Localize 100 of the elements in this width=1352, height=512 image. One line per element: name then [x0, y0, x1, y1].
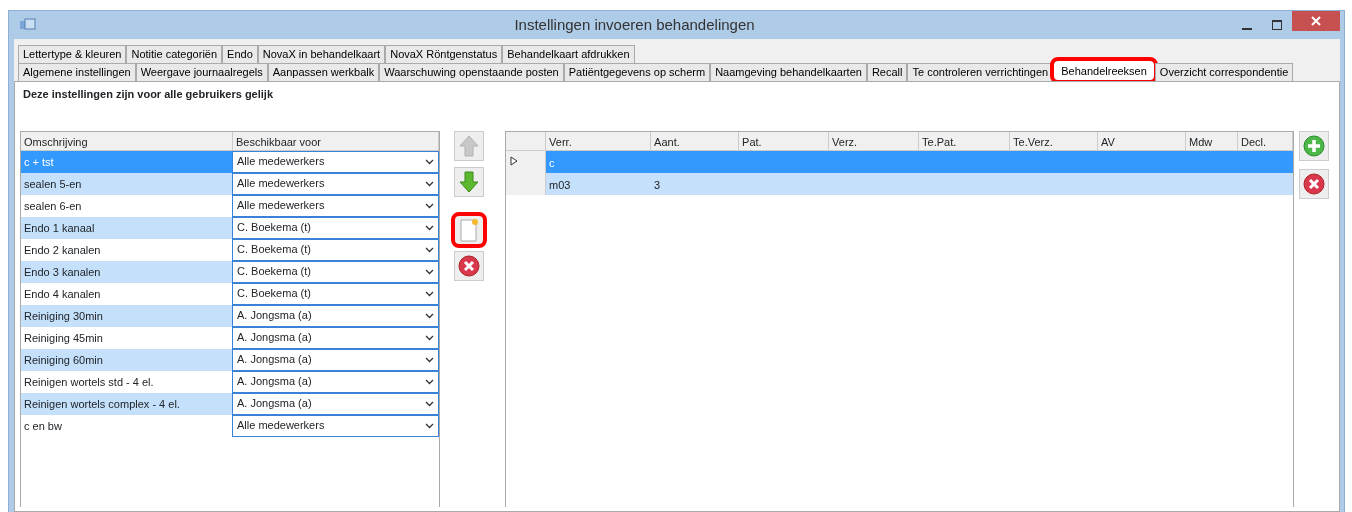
dropdown-value: A. Jongsma (a) — [237, 308, 312, 324]
tab[interactable]: Notitie categoriën — [126, 45, 223, 63]
dropdown-value: A. Jongsma (a) — [237, 330, 312, 346]
column-header: AV — [1098, 131, 1187, 150]
table-cell-text: Reiniging 45min — [23, 330, 104, 346]
table-cell-text: 3 — [653, 177, 662, 193]
chevron-icon — [425, 356, 434, 363]
table-cell-text: m03 — [548, 177, 572, 193]
column-header: Te.Verz. — [1010, 131, 1099, 150]
chevron-icon — [425, 224, 434, 231]
table-cell-text: sealen 6-en — [23, 198, 83, 214]
column-header: Omschrijving — [21, 131, 233, 150]
chevron-icon — [425, 334, 434, 341]
column-header: Decl. — [1238, 131, 1294, 150]
table-cell-text: Endo 3 kanalen — [23, 264, 102, 280]
dropdown-value: A. Jongsma (a) — [237, 352, 312, 368]
tab[interactable]: Patiëntgegevens op scherm — [563, 63, 711, 81]
dropdown-value: A. Jongsma (a) — [237, 374, 312, 390]
dropdown[interactable]: C. Boekema (t) — [232, 238, 439, 261]
chevron-icon — [425, 378, 434, 385]
table-cell-text: Reinigen wortels complex - 4 el. — [23, 396, 181, 412]
dropdown[interactable]: Alle medewerkers — [232, 414, 439, 437]
delete-button[interactable] — [453, 250, 484, 281]
move-down-button[interactable] — [453, 166, 484, 197]
table-cell-text: Reinigen wortels std - 4 el. — [23, 374, 155, 390]
tab[interactable]: NovaX Röntgenstatus — [385, 45, 503, 63]
dropdown[interactable]: C. Boekema (t) — [232, 216, 439, 239]
window-title: Instellingen invoeren behandelingen — [513, 14, 756, 35]
close-button[interactable] — [1292, 11, 1340, 31]
chevron-icon — [425, 290, 434, 297]
table-cell-text: c — [548, 155, 556, 171]
tab[interactable]: Weergave journaalregels — [135, 63, 268, 81]
dropdown[interactable]: A. Jongsma (a) — [232, 304, 439, 327]
tab[interactable]: Overzicht correspondentie — [1154, 63, 1294, 81]
column-header: Aant. — [651, 131, 740, 150]
dropdown[interactable]: A. Jongsma (a) — [232, 392, 439, 415]
table-cell-text: c en bw — [23, 418, 63, 434]
dropdown[interactable]: A. Jongsma (a) — [232, 326, 439, 349]
dropdown-value: Alle medewerkers — [237, 418, 325, 434]
dropdown[interactable]: C. Boekema (t) — [232, 282, 439, 305]
tab[interactable]: Te controleren verrichtingen — [907, 63, 1054, 81]
tab[interactable]: Behandelreeksen — [1053, 60, 1155, 81]
table-row[interactable]: m03 3 — [506, 172, 1294, 195]
table-cell: c + tst — [21, 150, 232, 173]
tab[interactable]: Endo — [222, 45, 258, 63]
dropdown-value: C. Boekema (t) — [237, 242, 311, 258]
tab[interactable]: Lettertype & kleuren — [18, 45, 127, 63]
tab[interactable]: Recall — [866, 63, 908, 81]
table-cell-text: Reiniging 60min — [23, 352, 104, 368]
dropdown[interactable]: Alle medewerkers — [232, 194, 439, 217]
dropdown-value: C. Boekema (t) — [237, 220, 311, 236]
notice-text: Deze instellingen zijn voor alle gebruikers gelijk — [23, 87, 275, 102]
dropdown-value: C. Boekema (t) — [237, 264, 311, 280]
tab[interactable]: NovaX in behandelkaart — [257, 45, 386, 63]
chevron-icon — [425, 422, 434, 429]
delete-icon — [457, 254, 480, 277]
table-cell-text: Endo 4 kanalen — [23, 286, 102, 302]
add-icon — [1303, 134, 1326, 157]
tab[interactable]: Waarschuwing openstaande posten — [379, 63, 564, 81]
table-cell-text: Endo 2 kanalen — [23, 242, 102, 258]
column-header: Verz. — [829, 131, 920, 150]
chevron-icon — [425, 400, 434, 407]
maximize-icon — [1272, 20, 1282, 30]
add-button[interactable] — [1299, 130, 1330, 161]
chevron-icon — [425, 312, 434, 319]
tab[interactable]: Naamgeving behandelkaarten — [710, 63, 867, 81]
dropdown-value: Alle medewerkers — [237, 176, 325, 192]
dropdown-value: C. Boekema (t) — [237, 286, 311, 302]
delete-icon — [1303, 172, 1326, 195]
column-header: Beschikbaar voor — [233, 131, 439, 150]
dropdown[interactable]: C. Boekema (t) — [232, 260, 439, 283]
new-document-icon — [458, 217, 479, 242]
column-header: Te.Pat. — [919, 131, 1011, 150]
delete-button[interactable] — [1299, 168, 1330, 199]
dropdown[interactable]: A. Jongsma (a) — [232, 370, 439, 393]
column-header: Mdw — [1186, 131, 1239, 150]
column-header: Verr. — [546, 131, 652, 150]
dropdown[interactable]: A. Jongsma (a) — [232, 348, 439, 371]
chevron-icon — [425, 180, 434, 187]
tab[interactable]: Algemene instellingen — [18, 63, 136, 81]
dropdown[interactable]: Alle medewerkers — [232, 150, 439, 173]
tab[interactable]: Behandelkaart afdrukken — [502, 45, 635, 63]
chevron-icon — [425, 268, 434, 275]
tab[interactable]: Aanpassen werkbalk — [267, 63, 380, 81]
dropdown-value: A. Jongsma (a) — [237, 396, 312, 412]
column-header: Pat. — [739, 131, 830, 150]
chevron-icon — [425, 158, 434, 165]
app-icon — [19, 18, 37, 32]
table-cell-text: Reiniging 30min — [23, 308, 104, 324]
chevron-icon — [425, 246, 434, 253]
table-cell-text: sealen 5-en — [23, 176, 83, 192]
minimize-icon — [1242, 28, 1252, 30]
dropdown[interactable]: Alle medewerkers — [232, 172, 439, 195]
new-button[interactable] — [453, 214, 484, 245]
close-icon — [1311, 16, 1321, 26]
table-cell-text: Endo 1 kanaal — [23, 220, 96, 236]
down-arrow-icon — [458, 170, 479, 193]
chevron-icon — [425, 202, 434, 209]
dropdown-value: Alle medewerkers — [237, 198, 325, 214]
up-arrow-icon — [458, 134, 479, 157]
